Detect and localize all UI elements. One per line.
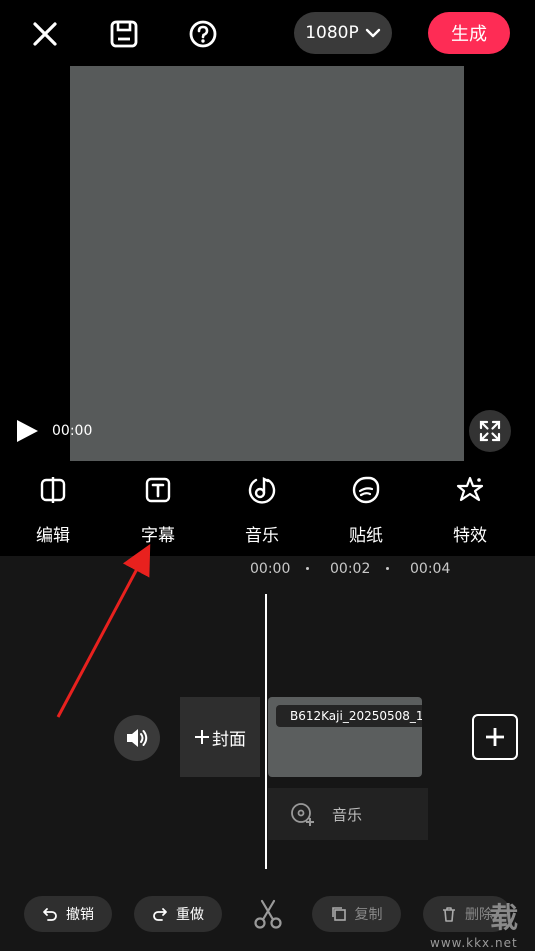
- clip-name-tag: B612Kaji_20250508_1: [276, 705, 422, 727]
- close-icon[interactable]: [25, 14, 65, 54]
- text-icon: [143, 475, 173, 505]
- generate-button[interactable]: 生成: [428, 12, 510, 54]
- resolution-label: 1080P: [305, 23, 359, 43]
- redo-label: 重做: [176, 907, 204, 923]
- tool-sticker[interactable]: 贴纸: [326, 470, 406, 556]
- tool-sticker-label: 贴纸: [349, 526, 383, 546]
- scissors-icon[interactable]: [252, 898, 284, 930]
- ruler-tick: 00:02: [330, 561, 371, 577]
- copy-icon: [331, 907, 346, 921]
- undo-label: 撤销: [66, 907, 94, 923]
- cover-label: 封面: [212, 729, 246, 750]
- clip-name: B612Kaji_20250508_1: [290, 709, 422, 723]
- add-clip-button[interactable]: [472, 714, 518, 760]
- watermark-text: www.kkx.net: [430, 936, 518, 950]
- volume-icon[interactable]: [114, 715, 160, 761]
- ruler-dot: [386, 567, 389, 570]
- tool-effects[interactable]: 特效: [430, 470, 510, 556]
- plus-icon: [195, 730, 209, 744]
- sticker-icon: [351, 475, 381, 505]
- tool-edit-label: 编辑: [36, 526, 70, 546]
- add-music-track[interactable]: 音乐: [268, 788, 428, 840]
- watermark-char: 载: [490, 901, 519, 934]
- playhead[interactable]: [265, 594, 267, 869]
- copy-label: 复制: [354, 907, 383, 923]
- video-preview[interactable]: [70, 66, 464, 461]
- music-track-label: 音乐: [332, 805, 363, 824]
- tool-music[interactable]: 音乐: [222, 470, 302, 556]
- ruler-tick: 00:04: [410, 561, 451, 577]
- music-icon: [247, 475, 277, 505]
- timeline-panel[interactable]: 00:00 00:02 00:04 封面 B612Kaji_20250508_1…: [0, 556, 535, 876]
- delete-label: 删除: [465, 907, 493, 923]
- edit-icon: [38, 475, 68, 505]
- current-time: 00:00: [52, 423, 93, 439]
- undo-button[interactable]: 撤销: [24, 896, 112, 932]
- save-draft-icon[interactable]: [104, 14, 144, 54]
- top-bar: 1080P 生成: [0, 0, 535, 66]
- video-clip[interactable]: B612Kaji_20250508_1: [268, 697, 422, 777]
- resolution-dropdown[interactable]: 1080P: [294, 12, 392, 54]
- tool-edit[interactable]: 编辑: [13, 470, 93, 556]
- trash-icon: [443, 907, 455, 922]
- ruler-dot: [306, 567, 309, 570]
- set-cover-button[interactable]: 封面: [180, 697, 260, 777]
- undo-icon: [43, 908, 57, 921]
- copy-button[interactable]: 复制: [312, 896, 401, 932]
- chevron-down-icon: [365, 28, 380, 38]
- redo-button[interactable]: 重做: [134, 896, 222, 932]
- tool-effects-label: 特效: [453, 526, 487, 546]
- redo-icon: [153, 908, 167, 921]
- effects-icon: [455, 475, 485, 505]
- ruler-tick: 00:00: [250, 561, 291, 577]
- tool-subtitle[interactable]: 字幕: [118, 470, 198, 556]
- tool-subtitle-label: 字幕: [141, 526, 175, 546]
- help-icon[interactable]: [183, 14, 223, 54]
- play-icon[interactable]: [14, 418, 40, 444]
- edit-tools-bar: 编辑 字幕 音乐 贴纸 特效: [0, 470, 535, 556]
- fullscreen-icon[interactable]: [469, 410, 511, 452]
- tool-music-label: 音乐: [245, 526, 279, 546]
- plus-icon: [486, 728, 504, 746]
- add-music-icon: [291, 803, 314, 826]
